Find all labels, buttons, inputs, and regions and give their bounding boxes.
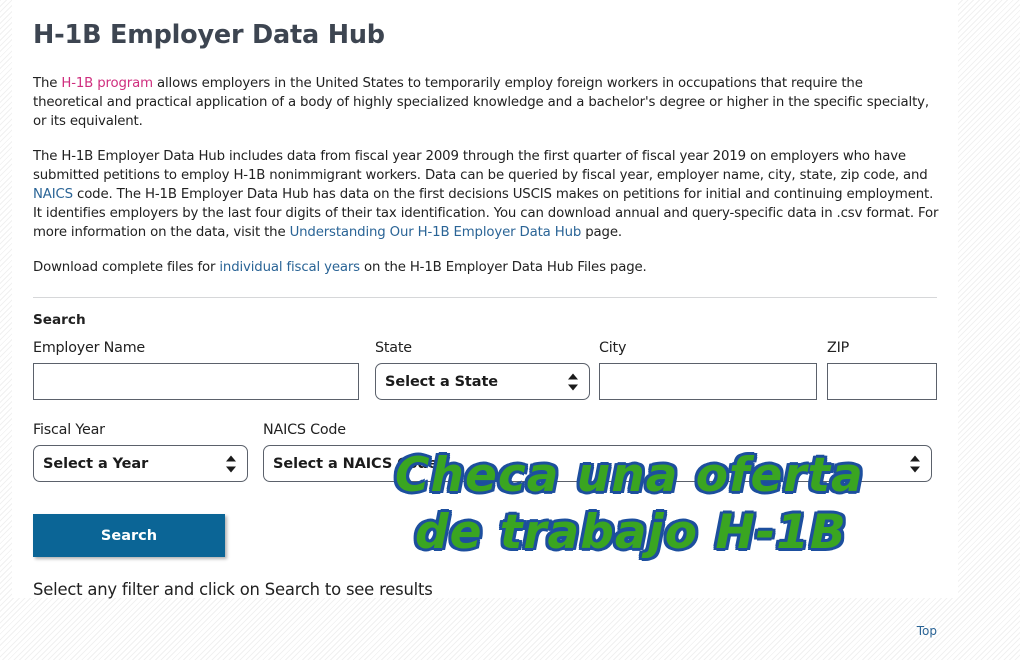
- employer-name-input[interactable]: [33, 363, 359, 401]
- city-input[interactable]: [599, 363, 817, 401]
- city-field-group: City: [599, 340, 817, 401]
- employer-name-field-group: Employer Name: [33, 340, 359, 401]
- state-label: State: [375, 340, 412, 357]
- intro-text-before: The: [33, 76, 62, 91]
- search-heading: Search: [33, 312, 86, 329]
- files-text-part1: Download complete files for: [33, 260, 220, 276]
- search-actions-area: Search Select any filter and click on Se…: [33, 514, 937, 654]
- results-hint-text: Select any filter and click on Search to…: [33, 580, 433, 600]
- employer-name-label: Employer Name: [33, 340, 146, 357]
- hub-paragraph: The H-1B Employer Data Hub includes data…: [33, 148, 945, 242]
- individual-fiscal-years-link[interactable]: individual fiscal years: [219, 260, 360, 275]
- city-label: City: [599, 340, 627, 357]
- content-inner: H-1B Employer Data Hub The H-1B program …: [33, 0, 938, 654]
- naics-link[interactable]: NAICS: [33, 187, 73, 202]
- chevron-updown-icon: [909, 455, 920, 473]
- fiscal-year-select[interactable]: Select a Year: [33, 445, 248, 483]
- state-select-value: Select a State: [385, 373, 499, 390]
- h1b-program-link[interactable]: H-1B program: [61, 76, 153, 91]
- hub-text-part1: The H-1B Employer Data Hub includes data…: [33, 149, 928, 184]
- search-row-1: Employer Name State Select a State City …: [33, 340, 937, 410]
- state-select[interactable]: Select a State: [375, 363, 590, 401]
- search-button[interactable]: Search: [33, 514, 225, 558]
- zip-label: ZIP: [827, 340, 850, 357]
- zip-field-group: ZIP: [827, 340, 937, 401]
- naics-code-select[interactable]: Select a NAICS Code: [263, 445, 932, 483]
- top-link[interactable]: Top: [917, 624, 937, 638]
- page-title: H-1B Employer Data Hub: [33, 20, 385, 50]
- intro-text-after: allows employers in the United States to…: [33, 76, 929, 129]
- naics-code-label: NAICS Code: [263, 422, 346, 439]
- fiscal-year-select-value: Select a Year: [43, 455, 149, 472]
- naics-code-field-group: NAICS Code Select a NAICS Code: [263, 422, 932, 483]
- zip-input[interactable]: [827, 363, 937, 401]
- fiscal-year-label: Fiscal Year: [33, 422, 105, 439]
- chevron-updown-icon: [567, 373, 578, 391]
- intro-paragraph: The H-1B program allows employers in the…: [33, 75, 933, 131]
- hub-text-part3: page.: [581, 224, 622, 240]
- state-field-group: State Select a State: [375, 340, 590, 401]
- content-card: H-1B Employer Data Hub The H-1B program …: [12, 0, 958, 638]
- chevron-updown-icon: [225, 455, 236, 473]
- search-row-2: Fiscal Year Select a Year NAICS Code Sel…: [33, 422, 937, 492]
- naics-code-select-value: Select a NAICS Code: [273, 455, 438, 472]
- understanding-data-hub-link[interactable]: Understanding Our H-1B Employer Data Hub: [290, 225, 582, 240]
- fiscal-year-field-group: Fiscal Year Select a Year: [33, 422, 248, 483]
- files-text-part2: on the H-1B Employer Data Hub Files page…: [359, 260, 647, 276]
- files-paragraph: Download complete files for individual f…: [33, 259, 933, 278]
